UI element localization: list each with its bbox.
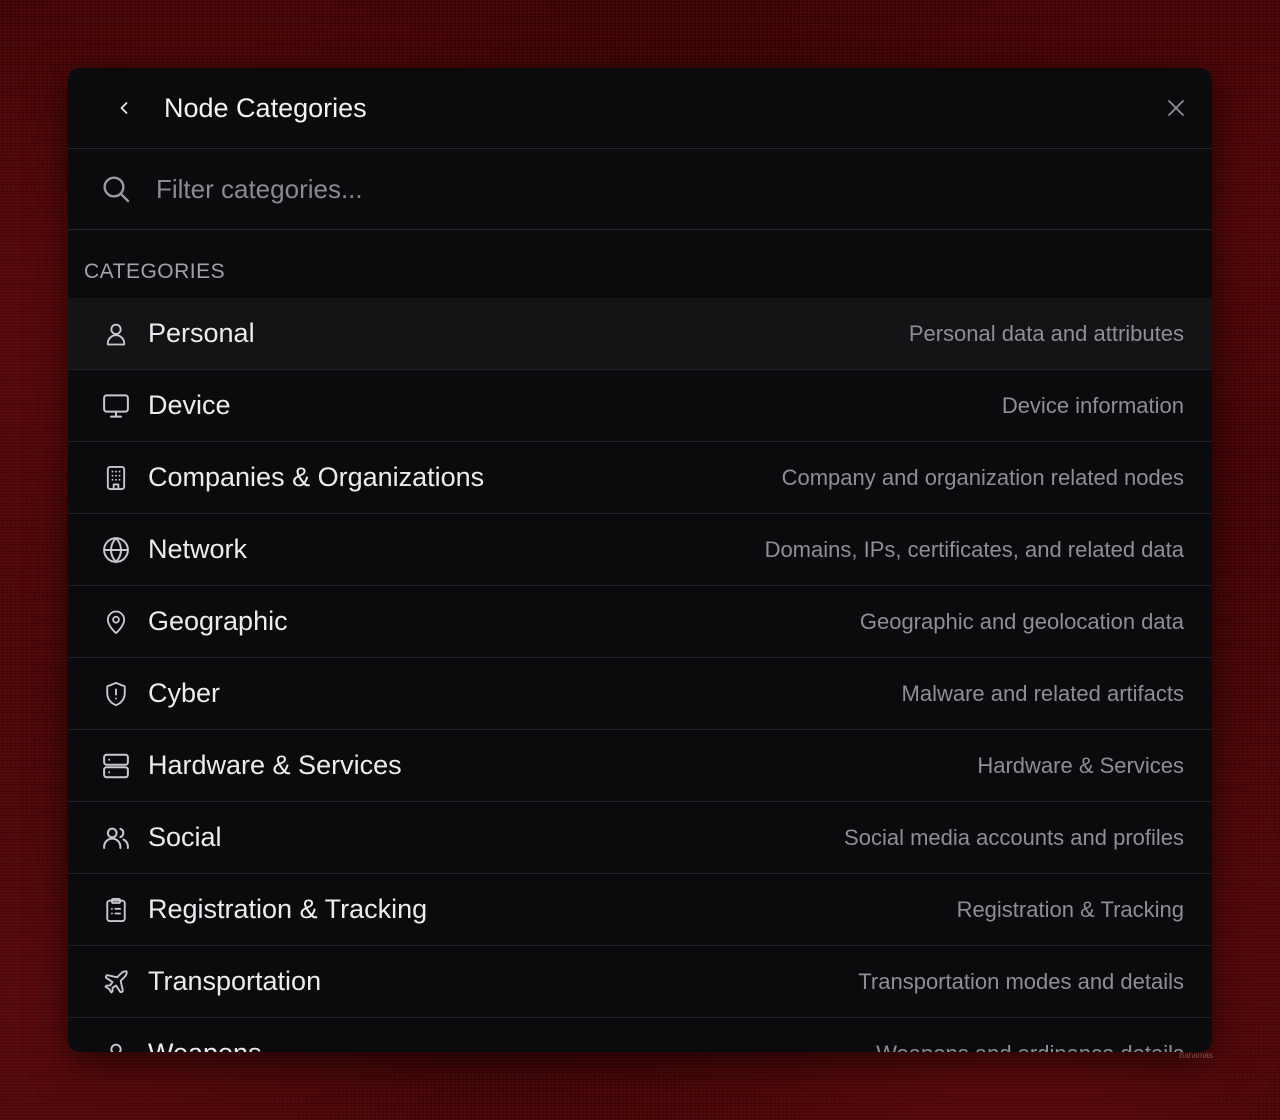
search-icon <box>100 173 132 205</box>
category-item-network[interactable]: Network Domains, IPs, certificates, and … <box>68 514 1212 586</box>
category-description: Weapons and ordinance details <box>876 1041 1184 1053</box>
category-label: Companies & Organizations <box>148 462 485 492</box>
category-label: Device <box>148 390 231 420</box>
server-icon <box>100 750 132 782</box>
category-item-device[interactable]: Device Device information <box>68 370 1212 442</box>
category-label: Social <box>148 822 222 852</box>
category-description: Hardware & Services <box>977 752 1184 778</box>
category-label: Transportation <box>148 966 322 996</box>
category-item-hardware-services[interactable]: Hardware & Services Hardware & Services <box>68 730 1212 802</box>
building-icon <box>100 462 132 494</box>
category-item-social[interactable]: Social Social media accounts and profile… <box>68 802 1212 874</box>
plane-icon <box>100 966 132 998</box>
dialog-header: Node Categories <box>68 68 1212 149</box>
category-item-transportation[interactable]: Transportation Transportation modes and … <box>68 946 1212 1018</box>
category-item-companies-organizations[interactable]: Companies & Organizations Company and or… <box>68 442 1212 514</box>
category-description: Registration & Tracking <box>956 896 1184 922</box>
monitor-icon <box>100 390 132 422</box>
category-label: Cyber <box>148 678 221 708</box>
chevron-left-icon <box>114 98 134 118</box>
map-label-bahamas: Bahamas <box>1179 1051 1213 1060</box>
category-description: Company and organization related nodes <box>781 464 1184 490</box>
category-description: Device information <box>1001 392 1184 418</box>
search-bar <box>68 149 1212 230</box>
category-label: Registration & Tracking <box>148 894 428 924</box>
close-button[interactable] <box>1160 92 1192 124</box>
categories-list: CATEGORIES Personal Personal data and at… <box>68 230 1212 1052</box>
category-description: Malware and related artifacts <box>901 680 1184 706</box>
category-label: Hardware & Services <box>148 750 402 780</box>
shield-alert-icon <box>100 678 132 710</box>
category-label: Network <box>148 534 248 564</box>
node-categories-dialog: Node Categories CATEGORIES Personal Pers… <box>68 68 1212 1052</box>
user-icon <box>100 1038 132 1052</box>
category-item-cyber[interactable]: Cyber Malware and related artifacts <box>68 658 1212 730</box>
category-label: Weapons <box>148 1038 262 1052</box>
globe-icon <box>100 534 132 566</box>
category-description: Social media accounts and profiles <box>844 824 1184 850</box>
category-description: Domains, IPs, certificates, and related … <box>764 536 1184 562</box>
category-description: Transportation modes and details <box>858 968 1184 994</box>
clipboard-list-icon <box>100 894 132 926</box>
category-description: Geographic and geolocation data <box>859 608 1184 634</box>
map-pin-icon <box>100 606 132 638</box>
category-item-personal[interactable]: Personal Personal data and attributes <box>68 298 1212 370</box>
section-label: CATEGORIES <box>84 260 226 283</box>
back-button[interactable] <box>108 92 140 124</box>
category-item-registration-tracking[interactable]: Registration & Tracking Registration & T… <box>68 874 1212 946</box>
user-icon <box>100 318 132 350</box>
category-item-geographic[interactable]: Geographic Geographic and geolocation da… <box>68 586 1212 658</box>
category-label: Personal <box>148 318 255 348</box>
category-label: Geographic <box>148 606 288 636</box>
category-description: Personal data and attributes <box>908 320 1184 346</box>
dialog-title: Node Categories <box>164 93 367 123</box>
users-icon <box>100 822 132 854</box>
close-icon <box>1164 96 1188 120</box>
filter-categories-input[interactable] <box>156 169 1176 209</box>
category-item-weapons[interactable]: Weapons Weapons and ordinance details <box>68 1018 1212 1052</box>
